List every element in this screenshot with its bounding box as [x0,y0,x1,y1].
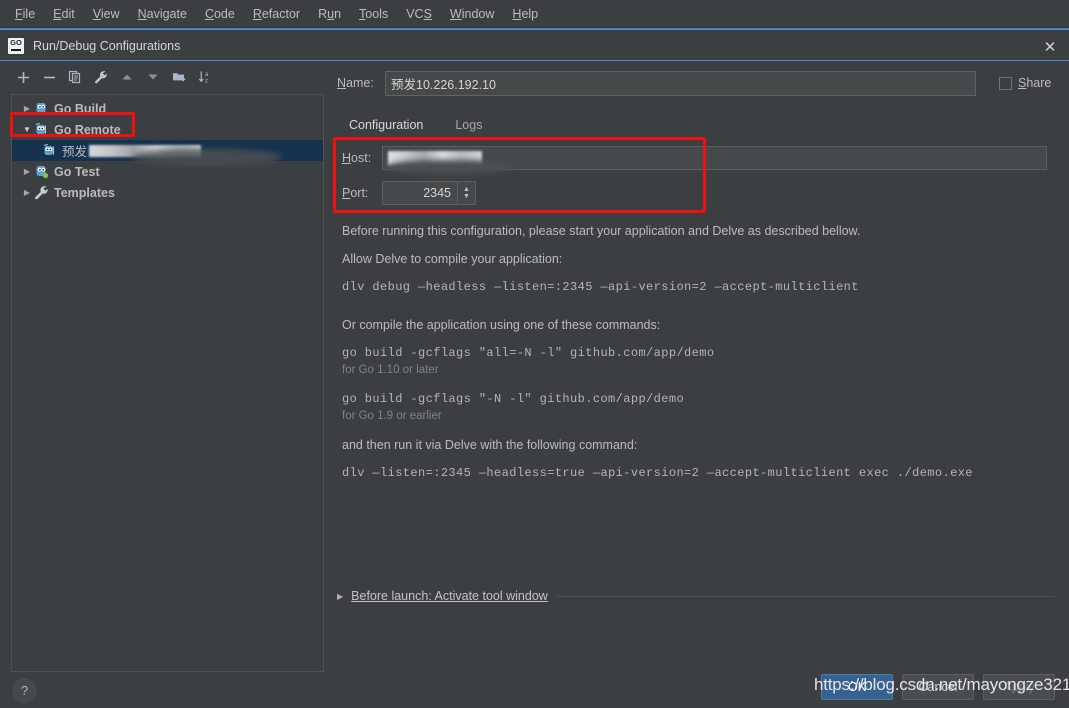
help-button[interactable]: ? [12,678,37,703]
go-remote-icon [34,122,49,137]
run-debug-configurations-window: File Edit View Navigate Code Refactor Ru… [0,0,1069,708]
host-input[interactable] [382,146,1047,174]
tree-node-templates[interactable]: ▶ Templates [12,182,323,203]
menu-run[interactable]: Run [309,4,350,24]
delve-instructions: Before running this configuration, pleas… [325,216,1069,480]
go-remote-icon [42,143,57,158]
name-label: Name: [337,76,374,90]
dialog-buttons: OK Cancel Apply [821,674,1055,700]
section-divider [556,595,1055,597]
folder-add-icon[interactable] [168,66,190,88]
section3-command: dlv —listen=:2345 —headless=true —api-ve… [342,466,973,480]
port-spinner[interactable]: ▲ ▼ [457,182,475,204]
menu-view[interactable]: View [84,4,129,24]
ok-button[interactable]: OK [821,674,893,700]
port-row: Port: 2345 ▲ ▼ [325,181,1069,205]
section2-command-1: go build -gcflags "all=-N -l" github.com… [342,346,715,360]
section3-title: and then run it via Delve with the follo… [342,438,638,452]
tab-configuration[interactable]: Configuration [340,114,433,139]
configurations-tree[interactable]: ▶ Go Build ▼ Go Remote 预发 ▶ Go Test ▶ Te… [11,94,324,672]
tree-node-label: Go Build [54,101,107,116]
tree-node-label: Go Remote [54,122,121,137]
chevron-down-icon[interactable]: ▼ [20,125,34,134]
chevron-right-icon[interactable]: ▶ [20,104,34,113]
go-build-icon [34,101,49,116]
spinner-down-icon[interactable]: ▼ [463,193,470,200]
section2-title: Or compile the application using one of … [342,318,661,332]
sort-az-icon[interactable]: a z [194,66,216,88]
chevron-right-icon[interactable]: ▶ [20,188,34,197]
redaction-smudge [385,160,513,174]
close-icon[interactable]: ✕ [1039,36,1061,58]
chevron-right-icon[interactable]: ▶ [337,592,343,601]
tree-node-label: Go Test [54,164,100,179]
before-launch-section[interactable]: ▶ Before launch: Activate tool window [325,589,1069,603]
name-row: Name: Share [325,70,1069,96]
editor-tabs: Configuration Logs [325,109,1069,139]
section2-note-1: for Go 1.10 or later [342,364,439,376]
section2-command-2: go build -gcflags "-N -l" github.com/app… [342,392,685,406]
section2-note-2: for Go 1.9 or earlier [342,410,442,422]
chevron-right-icon[interactable]: ▶ [20,167,34,176]
go-logo-icon: GO [8,37,24,54]
menu-code[interactable]: Code [196,4,244,24]
port-label: Port: [342,186,369,200]
share-checkbox-wrap[interactable]: Share [999,76,1051,90]
tree-node-label: 预发 [62,145,88,159]
configuration-editor-pane: Name: Share Configuration Logs Host: Por… [325,62,1069,662]
host-row: Host: [325,146,1069,174]
menu-window[interactable]: Window [441,4,503,24]
menu-bar: File Edit View Navigate Code Refactor Ru… [0,0,1069,28]
tree-node-go-build[interactable]: ▶ Go Build [12,98,323,119]
cancel-button[interactable]: Cancel [902,674,974,700]
menu-refactor[interactable]: Refactor [244,4,309,24]
menu-tools[interactable]: Tools [350,4,397,24]
tab-logs[interactable]: Logs [446,114,491,139]
menu-navigate[interactable]: Navigate [129,4,196,24]
before-launch-label: Before launch: Activate tool window [351,589,548,603]
add-configuration-button[interactable] [12,66,34,88]
name-input[interactable] [385,70,976,96]
title-underline [0,60,1069,61]
tree-node-label: Templates [54,185,115,200]
spinner-up-icon[interactable]: ▲ [463,186,470,193]
copy-configuration-button[interactable] [64,66,86,88]
wrench-icon[interactable] [90,66,112,88]
svg-text:z: z [205,78,208,84]
wrench-icon [34,185,49,200]
port-value: 2345 [423,186,451,200]
share-checkbox[interactable] [999,76,1012,90]
menu-file[interactable]: File [6,4,44,24]
arrow-down-icon[interactable] [142,66,164,88]
tree-node-yufa-config[interactable]: 预发 [12,140,323,165]
go-test-icon [34,164,49,179]
menu-edit[interactable]: Edit [44,4,84,24]
share-label: Share [1018,76,1052,90]
tree-node-go-test[interactable]: ▶ Go Test [12,161,323,182]
menu-vcs[interactable]: VCS [397,4,441,24]
configuration-tab-content: Host: Port: 2345 ▲ ▼ Before running this [325,146,1069,586]
apply-button[interactable]: Apply [983,674,1055,700]
tree-toolbar: a z [0,62,325,92]
section1-command: dlv debug —headless —listen=:2345 —api-v… [342,280,859,294]
dialog-title-bar: GO Run/Debug Configurations ✕ [0,28,1069,61]
configurations-pane: a z ▶ Go Build ▼ Go Remote 预发 ▶ Go Test … [0,62,325,672]
svg-text:a: a [205,72,209,78]
dialog-title: Run/Debug Configurations [33,38,181,53]
remove-configuration-button[interactable] [38,66,60,88]
port-input[interactable]: 2345 ▲ ▼ [382,181,476,205]
section1-title: Allow Delve to compile your application: [342,252,563,266]
host-label: Host: [342,151,372,165]
arrow-up-icon[interactable] [116,66,138,88]
intro-text: Before running this configuration, pleas… [342,224,861,238]
menu-help[interactable]: Help [503,4,547,24]
tree-node-go-remote[interactable]: ▼ Go Remote [12,119,323,140]
